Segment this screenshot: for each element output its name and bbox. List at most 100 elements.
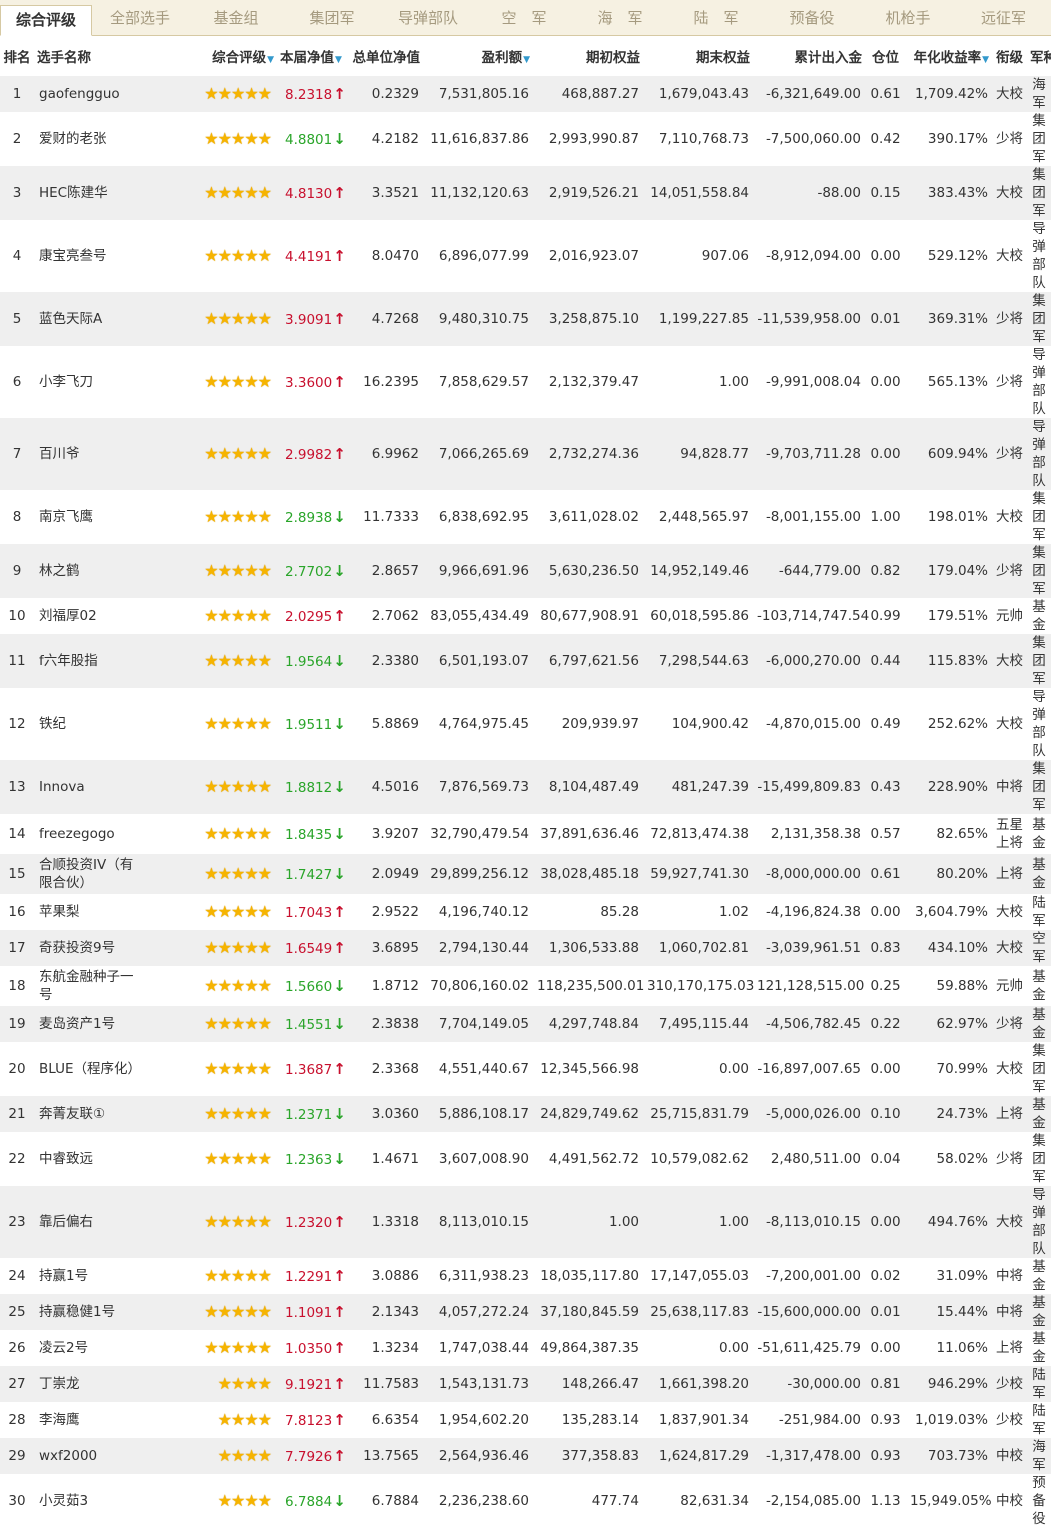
player-name-link[interactable]: gaofengguo (34, 76, 150, 112)
tab-8[interactable]: 预备役 (764, 0, 860, 36)
player-name-link[interactable]: HEC陈建华 (34, 166, 150, 220)
col-header-end-equity[interactable]: 期末权益 (643, 36, 753, 76)
table-row[interactable]: 8 南京飞鹰 ★★★★★ 2.8938↓ 11.7333 6,838,692.95 3,61… (0, 490, 1051, 544)
col-header-rating[interactable]: 综合评级▼ (150, 36, 277, 76)
sort-desc-icon[interactable]: ▼ (523, 55, 530, 65)
player-name-link[interactable]: 李海鹰 (34, 1402, 150, 1438)
col-header-rank-title[interactable]: 衔级 (992, 36, 1027, 76)
tab-1[interactable]: 全部选手 (92, 0, 188, 36)
rank-title-cell: 中校 (992, 1438, 1027, 1474)
player-name-link[interactable]: wxf2000 (34, 1438, 150, 1474)
table-row[interactable]: 12 铁纪 ★★★★★ 1.9511↓ 5.8869 4,764,975.45 209,93… (0, 688, 1051, 760)
table-row[interactable]: 14 freezegogo ★★★★★ 1.8435↓ 3.9207 32,790,479… (0, 814, 1051, 854)
col-header-position[interactable]: 仓位 (865, 36, 906, 76)
col-header-rank[interactable]: 排名 (0, 36, 34, 76)
player-name-link[interactable]: 麦岛资产1号 (34, 1006, 150, 1042)
table-row[interactable]: 1 gaofengguo ★★★★★ 8.2318↑ 0.2329 7,531,805.1… (0, 76, 1051, 112)
table-row[interactable]: 5 蓝色天际A ★★★★★ 3.9091↑ 4.7268 9,480,310.75 3,25… (0, 292, 1051, 346)
col-header-total-nav[interactable]: 总单位净值 (341, 36, 423, 76)
table-row[interactable]: 9 林之鹤 ★★★★★ 2.7702↓ 2.8657 9,966,691.96 5,630,… (0, 544, 1051, 598)
player-name-link[interactable]: 持赢稳健1号 (34, 1294, 150, 1330)
tab-5[interactable]: 空 军 (476, 0, 572, 36)
sort-desc-icon[interactable]: ▼ (982, 55, 989, 65)
player-name-link[interactable]: f六年股指 (34, 634, 150, 688)
player-name-link[interactable]: BLUE（程序化） (34, 1042, 150, 1096)
position-cell: 0.10 (865, 1096, 906, 1132)
tab-0[interactable]: 综合评级 (0, 5, 92, 36)
col-header-annual-return[interactable]: 年化收益率▼ (906, 36, 992, 76)
star-icon: ★ (257, 823, 272, 843)
tab-6[interactable]: 海 军 (572, 0, 668, 36)
table-row[interactable]: 3 HEC陈建华 ★★★★★ 4.8130↑ 3.3521 11,132,120.63 2,… (0, 166, 1051, 220)
player-name-link[interactable]: 奇获投资9号 (34, 930, 150, 966)
player-name-link[interactable]: 东航金融种子一号 (34, 966, 150, 1006)
player-name-link[interactable]: 凌云2号 (34, 1330, 150, 1366)
player-name-link[interactable]: 靠后偏右 (34, 1186, 150, 1258)
tab-3[interactable]: 集团军 (284, 0, 380, 36)
period-nav-value: 1.8812 (285, 779, 333, 796)
period-nav-value: 1.7043 (285, 904, 333, 921)
position-cell: 0.00 (865, 1330, 906, 1366)
player-name-link[interactable]: 持赢1号 (34, 1258, 150, 1294)
player-name-link[interactable]: 林之鹤 (34, 544, 150, 598)
player-name-link[interactable]: 中睿致远 (34, 1132, 150, 1186)
table-row[interactable]: 2 爱财的老张 ★★★★★ 4.8801↓ 4.2182 11,616,837.86 2,9… (0, 112, 1051, 166)
player-name-link[interactable]: 小灵茹3 (34, 1474, 150, 1528)
star-icon: ★ (257, 713, 272, 733)
table-row[interactable]: 20 BLUE（程序化） ★★★★★ 1.3687↑ 2.3368 4,551,440.6… (0, 1042, 1051, 1096)
player-name-link[interactable]: 康宝亮叁号 (34, 220, 150, 292)
col-header-period-nav[interactable]: 本届净值▼ (277, 36, 342, 76)
table-row[interactable]: 22 中睿致远 ★★★★★ 1.2363↓ 1.4671 3,607,008.90 4,49… (0, 1132, 1051, 1186)
table-row[interactable]: 30 小灵茹3 ★★★★ 6.7884↓ 6.7884 2,236,238.60 477.7… (0, 1474, 1051, 1528)
table-row[interactable]: 24 持赢1号 ★★★★★ 1.2291↑ 3.0886 6,311,938.23 18,0… (0, 1258, 1051, 1294)
sort-desc-icon[interactable]: ▼ (335, 55, 342, 65)
start-equity-cell: 37,891,636.46 (533, 814, 643, 854)
player-name-link[interactable]: freezegogo (34, 814, 150, 854)
table-row[interactable]: 6 小李飞刀 ★★★★★ 3.3600↑ 16.2395 7,858,629.57 2,13… (0, 346, 1051, 418)
table-row[interactable]: 23 靠后偏右 ★★★★★ 1.2320↑ 1.3318 8,113,010.15 1.00… (0, 1186, 1051, 1258)
col-header-net-flow[interactable]: 累计出入金 (753, 36, 865, 76)
player-name-link[interactable]: 爱财的老张 (34, 112, 150, 166)
table-row[interactable]: 7 百川爷 ★★★★★ 2.9982↑ 6.9962 7,066,265.69 2,732,… (0, 418, 1051, 490)
col-header-name[interactable]: 选手名称 (34, 36, 150, 76)
table-row[interactable]: 25 持赢稳健1号 ★★★★★ 1.1091↑ 2.1343 4,057,272.24 37… (0, 1294, 1051, 1330)
col-header-start-equity[interactable]: 期初权益 (533, 36, 643, 76)
table-row[interactable]: 29 wxf2000 ★★★★ 7.7926↑ 13.7565 2,564,936.46 3… (0, 1438, 1051, 1474)
player-name-link[interactable]: 奔菁友联① (34, 1096, 150, 1132)
table-row[interactable]: 13 Innova ★★★★★ 1.8812↓ 4.5016 7,876,569.73 8,… (0, 760, 1051, 814)
table-row[interactable]: 18 东航金融种子一号 ★★★★★ 1.5660↓ 1.8712 70,806,160.0… (0, 966, 1051, 1006)
player-name-link[interactable]: 苹果梨 (34, 894, 150, 930)
star-icon: ★ (244, 245, 258, 265)
tab-9[interactable]: 机枪手 (860, 0, 956, 36)
table-row[interactable]: 26 凌云2号 ★★★★★ 1.0350↑ 1.3234 1,747,038.44 49,8… (0, 1330, 1051, 1366)
player-name-link[interactable]: 合顺投资IV（有限合伙） (34, 854, 150, 894)
tab-2[interactable]: 基金组 (188, 0, 284, 36)
player-name-link[interactable]: 刘福厚02 (34, 598, 150, 634)
col-header-profit[interactable]: 盈利额▼ (423, 36, 533, 76)
annual-return-cell: 58.02% (906, 1132, 992, 1186)
player-name-link[interactable]: Innova (34, 760, 150, 814)
table-row[interactable]: 4 康宝亮叁号 ★★★★★ 4.4191↑ 8.0470 6,896,077.99 2,01… (0, 220, 1051, 292)
player-name-link[interactable]: 南京飞鹰 (34, 490, 150, 544)
player-name-link[interactable]: 百川爷 (34, 418, 150, 490)
player-name-link[interactable]: 蓝色天际A (34, 292, 150, 346)
player-name-link[interactable]: 丁崇龙 (34, 1366, 150, 1402)
player-name-link[interactable]: 铁纪 (34, 688, 150, 760)
end-equity-cell: 7,110,768.73 (643, 112, 753, 166)
table-row[interactable]: 15 合顺投资IV（有限合伙） ★★★★★ 1.7427↓ 2.0949 29,899,2… (0, 854, 1051, 894)
table-row[interactable]: 16 苹果梨 ★★★★★ 1.7043↑ 2.9522 4,196,740.12 85.28… (0, 894, 1051, 930)
tab-4[interactable]: 导弹部队 (380, 0, 476, 36)
table-row[interactable]: 10 刘福厚02 ★★★★★ 2.0295↑ 2.7062 83,055,434.49 80… (0, 598, 1051, 634)
table-row[interactable]: 27 丁崇龙 ★★★★ 9.1921↑ 11.7583 1,543,131.73 148,2… (0, 1366, 1051, 1402)
table-row[interactable]: 17 奇获投资9号 ★★★★★ 1.6549↑ 3.6895 2,794,130.44 1,… (0, 930, 1051, 966)
sort-desc-icon[interactable]: ▼ (267, 55, 274, 65)
table-row[interactable]: 28 李海鹰 ★★★★ 7.8123↑ 6.6354 1,954,602.20 135,28… (0, 1402, 1051, 1438)
tab-7[interactable]: 陆 军 (668, 0, 764, 36)
col-header-branch[interactable]: 军种 (1027, 36, 1051, 76)
table-row[interactable]: 21 奔菁友联① ★★★★★ 1.2371↓ 3.0360 5,886,108.17 24,… (0, 1096, 1051, 1132)
tab-10[interactable]: 远征军 (956, 0, 1051, 36)
table-row[interactable]: 19 麦岛资产1号 ★★★★★ 1.4551↓ 2.3838 7,704,149.05 4,… (0, 1006, 1051, 1042)
star-icon: ★ (257, 443, 272, 463)
player-name-link[interactable]: 小李飞刀 (34, 346, 150, 418)
table-row[interactable]: 11 f六年股指 ★★★★★ 1.9564↓ 2.3380 6,501,193.07 6,7… (0, 634, 1051, 688)
